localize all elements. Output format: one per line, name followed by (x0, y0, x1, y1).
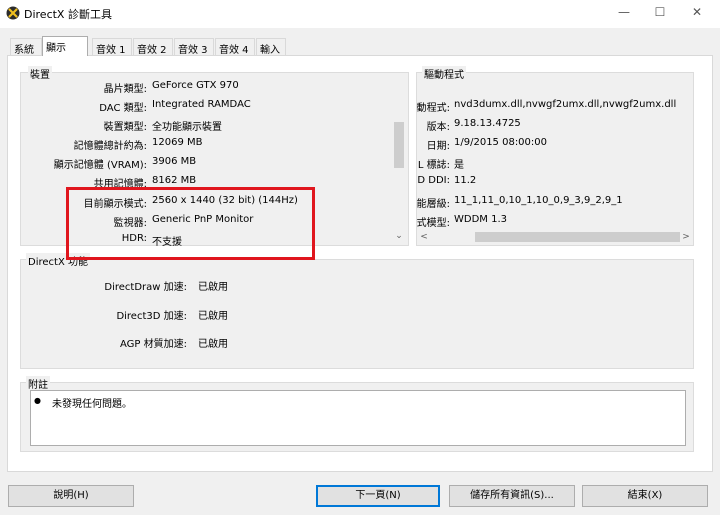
device-value-chip-type: GeForce GTX 970 (152, 80, 239, 91)
feature-value-directdraw: 已啟用 (198, 282, 228, 293)
next-page-button[interactable]: 下一頁(N) (316, 485, 440, 507)
minimize-button[interactable]: — (608, 0, 640, 24)
device-label-chip-type: 晶片類型: (103, 84, 147, 95)
notes-item: 未發現任何問題。 (52, 399, 132, 410)
close-button[interactable]: ✕ (681, 0, 713, 24)
scroll-right-arrow-icon[interactable]: > (680, 231, 692, 243)
driver-value-feature-levels: 11_1,11_0,10_1,10_0,9_3,9_2,9_1 (454, 195, 623, 206)
tab-sound-3[interactable]: 音效 3 (174, 38, 214, 56)
scroll-down-arrow-icon[interactable]: ⌄ (392, 230, 406, 242)
driver-value-files: nvd3dumx.dll,nvwgf2umx.dll,nvwgf2umx.dll (454, 99, 677, 110)
drivers-scroll-thumb[interactable] (475, 232, 680, 242)
window-title: DirectX 診斷工具 (24, 8, 112, 21)
feature-label-agp: AGP 材質加速: (120, 339, 187, 350)
save-all-info-button[interactable]: 儲存所有資訊(S)... (449, 485, 575, 507)
help-button[interactable]: 說明(H) (8, 485, 134, 507)
tab-display[interactable]: 顯示 (42, 36, 88, 56)
directx-x-icon (6, 6, 20, 20)
feature-label-direct3d: Direct3D 加速: (116, 311, 187, 322)
driver-label-ddi: D DDI: (417, 175, 450, 186)
tab-sound-2[interactable]: 音效 2 (133, 38, 173, 56)
feature-value-direct3d: 已啟用 (198, 311, 228, 322)
device-value-dac-type: Integrated RAMDAC (152, 99, 251, 110)
device-group-title: 裝置 (28, 66, 52, 81)
device-value-vram: 3906 MB (152, 156, 197, 167)
highlight-annotation-box (66, 187, 315, 260)
maximize-button[interactable]: ☐ (644, 0, 676, 24)
driver-value-model: WDDM 1.3 (454, 214, 507, 225)
drivers-group-title: 驅動程式 (422, 66, 466, 81)
device-value-device-type: 全功能顯示裝置 (152, 122, 222, 133)
driver-value-date: 1/9/2015 08:00:00 (454, 137, 548, 148)
tab-sound-4[interactable]: 音效 4 (215, 38, 255, 56)
feature-label-directdraw: DirectDraw 加速: (104, 282, 187, 293)
driver-label-files: 動程式: (416, 103, 450, 114)
driver-label-version: 版本: (426, 122, 450, 133)
driver-label-date: 日期: (426, 141, 450, 152)
driver-label-model: 式模型: (416, 218, 450, 229)
feature-value-agp: 已啟用 (198, 339, 228, 350)
title-bar[interactable]: DirectX 診斷工具 — ☐ ✕ (0, 0, 720, 28)
device-label-vram: 顯示記憶體 (VRAM): (53, 160, 147, 171)
notes-bullet-icon: ● (34, 396, 41, 405)
device-label-dac-type: DAC 類型: (99, 103, 147, 114)
tab-input[interactable]: 輸入 (256, 38, 286, 56)
driver-value-version: 9.18.13.4725 (454, 118, 521, 129)
device-label-total-memory: 記憶體總計約為: (73, 141, 147, 152)
notes-group-title: 附註 (26, 376, 50, 391)
exit-button[interactable]: 結束(X) (582, 485, 708, 507)
driver-label-feature-levels: 能層級: (416, 199, 450, 210)
device-label-device-type: 裝置類型: (103, 122, 147, 133)
scroll-left-arrow-icon[interactable]: < (418, 231, 430, 243)
driver-value-ddi: 11.2 (454, 175, 477, 186)
device-value-total-memory: 12069 MB (152, 137, 203, 148)
driver-label-whql: L 標誌: (417, 160, 450, 171)
device-scroll-thumb[interactable] (394, 122, 404, 168)
driver-value-whql: 是 (454, 160, 464, 171)
device-value-shared-memory: 8162 MB (152, 175, 197, 186)
tab-system[interactable]: 系統 (10, 38, 42, 56)
tab-sound-1[interactable]: 音效 1 (92, 38, 132, 56)
